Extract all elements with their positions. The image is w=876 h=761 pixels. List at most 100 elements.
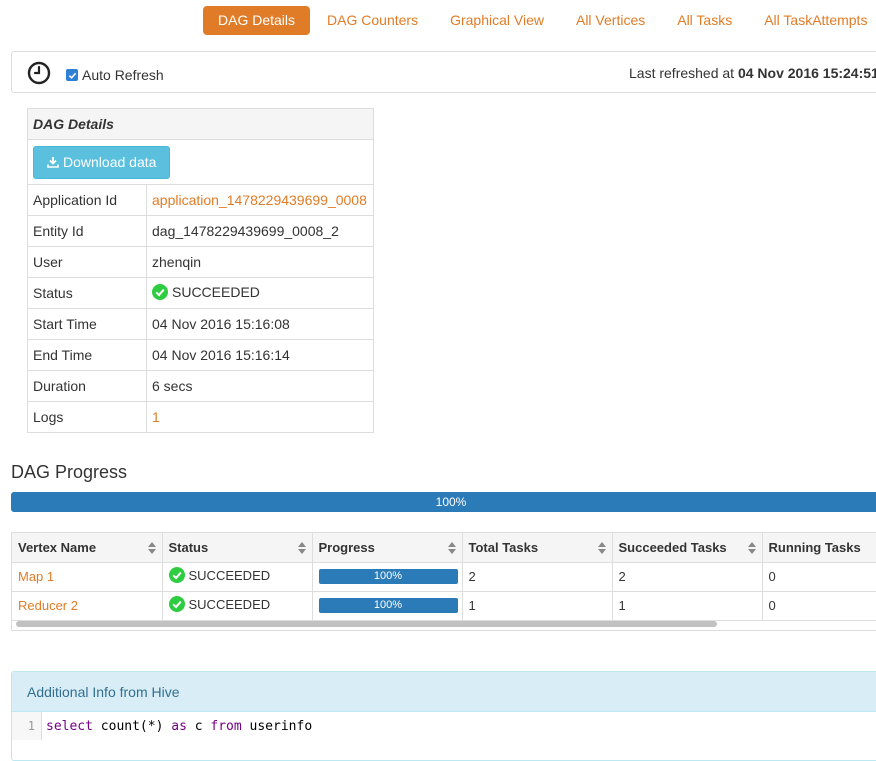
detail-row-logs: Logs 1 [27,401,374,433]
total-tasks-cell: 1 [462,591,613,621]
refresh-bar: Auto Refresh Last refreshed at 04 Nov 20… [11,51,876,93]
check-icon [68,72,76,79]
nav-tabs: DAG Details DAG Counters Graphical View … [203,6,876,36]
logs-link[interactable]: 1 [152,409,160,425]
detail-value: 6 secs [146,370,374,402]
auto-refresh-checkbox[interactable] [66,69,78,81]
column-header-progress[interactable]: Progress [312,533,463,563]
additional-info-title: Additional Info from Hive [12,672,876,712]
tab-all-vertices[interactable]: All Vertices [561,6,660,35]
total-tasks-cell: 2 [462,562,613,592]
detail-row-start-time: Start Time 04 Nov 2016 15:16:08 [27,308,374,340]
download-cell: Download data [27,139,374,185]
query-token: as [171,718,187,734]
detail-key: Application Id [27,184,147,216]
column-label: Status [168,539,209,555]
last-refreshed: Last refreshed at 04 Nov 2016 15:24:51 [629,65,876,81]
column-header-running-tasks[interactable]: Running Tasks [762,533,876,563]
column-label: Succeeded Tasks [618,539,727,555]
download-icon [47,157,59,168]
status-text: SUCCEEDED [172,283,260,300]
dag-progress-fill: 100% [11,492,876,512]
clock-icon [27,61,51,85]
detail-key: User [27,246,147,278]
query-token: count(*) [92,718,172,734]
sort-icon[interactable] [447,542,457,554]
last-refreshed-time: 04 Nov 2016 15:24:51 [737,65,876,81]
application-id-link[interactable]: application_1478229439699_0008 [152,192,367,208]
vertex-progress-bar: 100% [318,569,458,584]
sort-icon[interactable] [597,542,607,554]
tab-graphical-view[interactable]: Graphical View [435,6,559,35]
status-text: SUCCEEDED [188,567,271,583]
detail-value: 04 Nov 2016 15:16:14 [146,339,374,371]
column-label: Total Tasks [468,539,539,555]
check-circle-icon [152,283,168,300]
vertex-table: Vertex Name Status Progress Total Tasks … [12,533,876,621]
query-token: c [186,718,211,734]
dag-details-title: DAG Details [27,108,374,140]
auto-refresh-toggle[interactable]: Auto Refresh [66,67,164,83]
download-data-label: Download data [63,154,157,170]
tab-all-tasks[interactable]: All Tasks [662,6,747,35]
tab-all-taskattempts[interactable]: All TaskAttempts [749,6,876,35]
column-header-vertex-name[interactable]: Vertex Name [12,533,163,563]
vertex-link-reducer-2[interactable]: Reducer 2 [18,598,78,613]
detail-key: Entity Id [27,215,147,247]
detail-key: Start Time [27,308,147,340]
status-badge: SUCCEEDED [168,596,271,612]
auto-refresh-label: Auto Refresh [82,67,164,83]
tab-dag-details[interactable]: DAG Details [203,6,311,35]
vertex-table-container: Vertex Name Status Progress Total Tasks … [11,532,876,631]
column-label: Progress [318,539,375,555]
detail-row-duration: Duration 6 secs [27,370,374,402]
sort-icon[interactable] [297,542,307,554]
last-refreshed-prefix: Last refreshed at [629,65,738,81]
sort-icon[interactable] [747,542,757,554]
column-label: Running Tasks [768,539,861,555]
detail-row-end-time: End Time 04 Nov 2016 15:16:14 [27,339,374,371]
vertex-link-map-1[interactable]: Map 1 [18,569,54,584]
detail-row-status: Status SUCCEEDED [27,277,374,309]
dag-details-table: DAG Details Download data Application Id… [27,108,374,433]
detail-row-application-id: Application Id application_1478229439699… [27,184,374,216]
vertex-progress-bar: 100% [318,598,458,613]
dag-progress-title: DAG Progress [11,462,128,482]
detail-value: 04 Nov 2016 15:16:08 [146,308,374,340]
query-editor[interactable]: 1 select count(*) as c from userinfo [12,712,876,740]
horizontal-scrollbar[interactable] [16,621,717,627]
detail-value: zhenqin [146,246,374,278]
table-row: Reducer 2 SUCCEEDED 100% 1 1 0 [12,591,876,621]
column-label: Vertex Name [18,539,97,555]
detail-row-user: User zhenqin [27,246,374,278]
query-text: select count(*) as c from userinfo [42,719,312,734]
dag-progress-bar: 100% [11,492,876,512]
check-circle-icon [168,567,185,583]
running-tasks-cell: 0 [762,591,876,621]
query-token: from [210,718,242,734]
detail-key: End Time [27,339,147,371]
status-text: SUCCEEDED [188,596,271,612]
check-circle-icon [168,596,185,612]
detail-row-entity-id: Entity Id dag_1478229439699_0008_2 [27,215,374,247]
succeeded-tasks-cell: 1 [612,591,763,621]
query-token: userinfo [241,718,313,734]
succeeded-tasks-cell: 2 [612,562,763,592]
status-badge: SUCCEEDED [168,567,271,583]
status-badge: SUCCEEDED [152,283,260,300]
detail-key: Duration [27,370,147,402]
tab-dag-counters[interactable]: DAG Counters [312,6,433,35]
sort-icon[interactable] [147,542,157,554]
line-number: 1 [12,712,42,740]
download-data-button[interactable]: Download data [33,145,171,179]
table-row: Map 1 SUCCEEDED 100% 2 2 0 [12,562,876,592]
column-header-succeeded-tasks[interactable]: Succeeded Tasks [612,533,763,563]
running-tasks-cell: 0 [762,562,876,592]
query-token: select [46,718,93,734]
detail-key: Status [27,277,147,309]
detail-key: Logs [27,401,147,433]
column-header-total-tasks[interactable]: Total Tasks [462,533,613,563]
additional-info-panel: Additional Info from Hive 1 select count… [11,671,876,761]
detail-value: dag_1478229439699_0008_2 [146,215,374,247]
column-header-status[interactable]: Status [162,533,313,563]
